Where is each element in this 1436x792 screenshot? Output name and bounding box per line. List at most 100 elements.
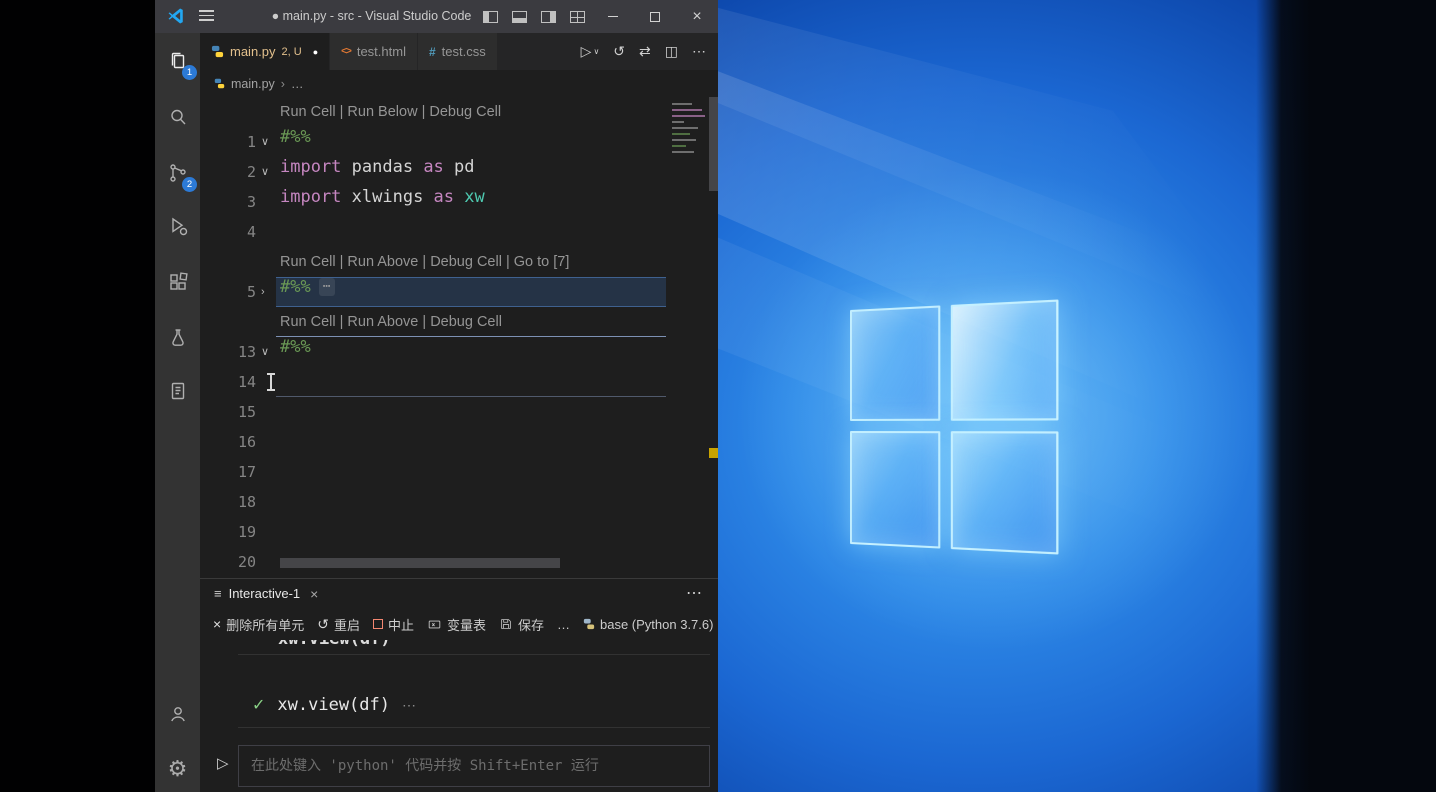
code-token: #%%: [280, 277, 311, 297]
interrupt-kernel-button[interactable]: 中止: [373, 615, 414, 634]
run-input-icon[interactable]: ▷: [217, 754, 229, 772]
vertical-scrollbar[interactable]: [709, 97, 718, 191]
folded-code-ellipsis[interactable]: ⋯: [319, 278, 335, 296]
open-changes-button[interactable]: ⇄: [639, 43, 651, 60]
tab-test-html[interactable]: <> test.html: [330, 33, 417, 70]
restart-kernel-button[interactable]: ↺ 重启: [317, 615, 360, 634]
maximize-icon: [650, 12, 660, 22]
tab-test-css[interactable]: # test.css: [418, 33, 497, 70]
line-number[interactable]: 3: [200, 187, 256, 217]
editor-group: main.py 2, U ● <> test.html # test.css ▷…: [200, 33, 718, 792]
minimap[interactable]: [668, 99, 710, 229]
save-button[interactable]: 保存: [499, 615, 544, 634]
code-line-current[interactable]: 5 › #%% ⋯: [200, 277, 718, 307]
code-line[interactable]: 19: [200, 517, 718, 547]
settings-button[interactable]: ⚙: [155, 746, 200, 791]
panel-tab-close-icon[interactable]: ×: [310, 586, 318, 602]
sidebar-item-explorer[interactable]: 1: [155, 38, 200, 83]
toggle-sidebar-icon[interactable]: [483, 11, 498, 23]
codelens-run-cell-low[interactable]: Run Cell | Run Above | Debug Cell: [280, 307, 502, 337]
sidebar-item-extensions[interactable]: [155, 259, 200, 304]
code-editor[interactable]: Run Cell | Run Below | Debug Cell 1 ∨ #%…: [200, 97, 718, 578]
code-line[interactable]: 17: [200, 457, 718, 487]
toggle-panel-icon[interactable]: [512, 11, 527, 23]
run-file-button[interactable]: ▷∨: [581, 43, 600, 60]
split-editor-button[interactable]: ◫: [665, 43, 678, 60]
line-number[interactable]: 2: [200, 157, 256, 187]
code-line[interactable]: 4: [200, 217, 718, 247]
line-number[interactable]: 16: [200, 427, 256, 457]
search-icon: [166, 105, 190, 129]
explorer-badge: 1: [182, 65, 197, 80]
close-button[interactable]: ×: [676, 0, 718, 33]
code-line[interactable]: 18: [200, 487, 718, 517]
panel-tab-interactive[interactable]: ≡ Interactive-1 ×: [214, 579, 318, 608]
tab-main-py[interactable]: main.py 2, U ●: [200, 33, 329, 70]
breadcrumb-more[interactable]: …: [291, 77, 304, 91]
view-history-button[interactable]: ↺: [613, 43, 625, 60]
delete-all-cells-button[interactable]: × 删除所有单元: [213, 615, 304, 634]
windows-logo: [850, 299, 1058, 554]
fold-open-icon[interactable]: ∨: [261, 157, 269, 187]
success-check-icon: ✓: [252, 695, 265, 715]
sidebar-item-testing[interactable]: [155, 315, 200, 360]
line-number[interactable]: 5: [200, 277, 256, 307]
fold-open-icon[interactable]: ∨: [261, 337, 269, 367]
fold-closed-icon[interactable]: ›: [261, 277, 265, 307]
titlebar[interactable]: ● main.py - src - Visual Studio Code ×: [155, 0, 718, 33]
line-number[interactable]: 14: [200, 367, 256, 397]
entry-more-icon[interactable]: ⋯: [402, 697, 416, 714]
panel-tab-bar: ≡ Interactive-1 × ⋯: [200, 579, 718, 608]
horizontal-scrollbar[interactable]: [280, 558, 560, 568]
line-number[interactable]: 17: [200, 457, 256, 487]
code-line[interactable]: 3 import xlwings as xw: [200, 187, 718, 217]
code-line[interactable]: 15: [200, 397, 718, 427]
account-icon: [166, 702, 190, 726]
variables-label: 变量表: [447, 615, 486, 634]
codelens-run-cell-mid[interactable]: Run Cell | Run Above | Debug Cell | Go t…: [280, 247, 569, 277]
run-icon: ▷: [581, 43, 592, 60]
unsaved-dot-icon[interactable]: ●: [313, 47, 318, 57]
account-button[interactable]: [155, 691, 200, 736]
line-number[interactable]: 15: [200, 397, 256, 427]
history-icon: ↺: [613, 43, 625, 60]
line-number[interactable]: 1: [200, 127, 256, 157]
minimize-button[interactable]: [592, 0, 634, 33]
toggle-secondary-sidebar-icon[interactable]: [541, 11, 556, 23]
kernel-selector[interactable]: base (Python 3.7.6): [583, 617, 713, 632]
maximize-button[interactable]: [634, 0, 676, 33]
customize-layout-icon[interactable]: [570, 11, 585, 23]
sidebar-item-notebook[interactable]: [155, 368, 200, 413]
scm-badge: 2: [182, 177, 197, 192]
delete-icon: ×: [213, 616, 221, 632]
codelens-run-cell-top[interactable]: Run Cell | Run Below | Debug Cell: [280, 97, 501, 127]
line-number[interactable]: 20: [200, 547, 256, 577]
sidebar-item-source-control[interactable]: 2: [155, 150, 200, 195]
code-line[interactable]: 1 ∨ #%%: [200, 127, 718, 157]
code-line[interactable]: 13 ∨ #%%: [200, 337, 718, 367]
line-number[interactable]: 19: [200, 517, 256, 547]
sidebar-item-run-debug[interactable]: [155, 203, 200, 248]
sidebar-item-search[interactable]: [155, 94, 200, 139]
beaker-icon: [166, 326, 190, 350]
line-number[interactable]: 13: [200, 337, 256, 367]
interactive-input[interactable]: [238, 745, 710, 787]
history-entry[interactable]: ✓ xw.view(df) ⋯: [252, 690, 416, 720]
tab-bar: main.py 2, U ● <> test.html # test.css ▷…: [200, 33, 718, 70]
save-label: 保存: [518, 615, 544, 634]
menu-icon[interactable]: [199, 10, 214, 23]
panel-more-icon[interactable]: ⋯: [686, 579, 702, 608]
more-actions-button[interactable]: ⋯: [692, 43, 706, 60]
variable-explorer-button[interactable]: 变量表: [427, 615, 486, 634]
vscode-logo-icon: [167, 7, 185, 25]
line-number[interactable]: 4: [200, 217, 256, 247]
code-line[interactable]: 2 ∨ import pandas as pd: [200, 157, 718, 187]
breadcrumb-file[interactable]: main.py: [231, 77, 275, 91]
line-number[interactable]: 18: [200, 487, 256, 517]
breadcrumb[interactable]: main.py › …: [200, 70, 718, 97]
fold-open-icon[interactable]: ∨: [261, 127, 269, 157]
toolbar-more-button[interactable]: …: [557, 617, 570, 632]
code-line[interactable]: 14: [200, 367, 718, 397]
code-line[interactable]: 16: [200, 427, 718, 457]
minimize-icon: [608, 16, 618, 18]
